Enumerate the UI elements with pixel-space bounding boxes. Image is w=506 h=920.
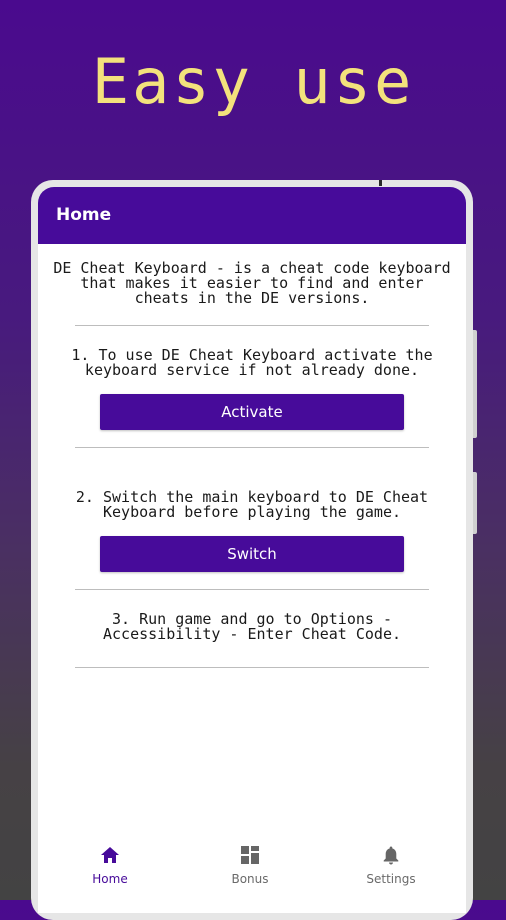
grid-icon bbox=[241, 846, 259, 864]
divider bbox=[75, 447, 429, 448]
switch-button[interactable]: Switch bbox=[100, 536, 404, 572]
divider bbox=[75, 667, 429, 668]
step-2-text: 2. Switch the main keyboard to DE Cheat … bbox=[75, 488, 429, 521]
phone-side-button bbox=[473, 330, 477, 438]
nav-home[interactable]: Home bbox=[60, 845, 160, 886]
nav-settings[interactable]: Settings bbox=[341, 845, 441, 886]
nav-home-label: Home bbox=[92, 872, 128, 886]
phone-side-button bbox=[473, 472, 477, 534]
bottom-navigation: Home Bonus Settings bbox=[38, 836, 466, 913]
page-title: Home bbox=[56, 205, 112, 225]
home-content: DE Cheat Keyboard - is a cheat code keyb… bbox=[38, 244, 466, 668]
promo-headline: Easy use bbox=[91, 45, 415, 118]
app-screen: Home DE Cheat Keyboard - is a cheat code… bbox=[38, 187, 466, 913]
nav-bonus[interactable]: Bonus bbox=[200, 845, 300, 886]
step-3-text: 3. Run game and go to Options - Accessib… bbox=[102, 610, 401, 643]
intro-text: DE Cheat Keyboard - is a cheat code keyb… bbox=[53, 259, 451, 307]
divider bbox=[75, 589, 429, 590]
nav-bonus-label: Bonus bbox=[231, 872, 269, 886]
app-bar: Home bbox=[38, 187, 466, 244]
nav-settings-label: Settings bbox=[366, 872, 416, 886]
bell-icon bbox=[383, 846, 399, 865]
home-icon bbox=[101, 847, 119, 863]
phone-frame-mark bbox=[379, 180, 382, 186]
activate-button[interactable]: Activate bbox=[100, 394, 404, 430]
phone-frame: Home DE Cheat Keyboard - is a cheat code… bbox=[31, 180, 477, 920]
step-1-text: 1. To use DE Cheat Keyboard activate the… bbox=[71, 346, 433, 379]
divider bbox=[75, 325, 429, 326]
